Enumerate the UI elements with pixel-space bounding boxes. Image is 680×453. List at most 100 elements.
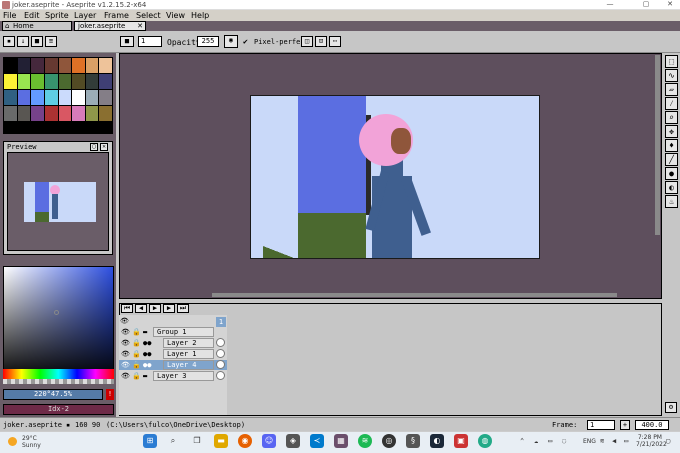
lasso-icon[interactable]: ∿ bbox=[665, 69, 678, 82]
brush-size-field[interactable]: 1 bbox=[138, 36, 162, 47]
color-picker[interactable] bbox=[3, 266, 114, 381]
symmetry-icon[interactable]: ◫ bbox=[301, 36, 313, 47]
app-icon-3d[interactable]: ◈ bbox=[286, 434, 300, 448]
alpha-slider[interactable] bbox=[3, 379, 114, 384]
tray-chevron-icon[interactable]: ⌃ bbox=[520, 437, 524, 445]
lock-icon[interactable]: 🔒 bbox=[132, 371, 141, 381]
line-icon[interactable]: ╱ bbox=[665, 153, 678, 166]
palette-swatch[interactable] bbox=[72, 74, 85, 89]
ellipse-icon[interactable]: ● bbox=[665, 167, 678, 180]
palette-swatch[interactable] bbox=[99, 106, 112, 121]
opacity-field[interactable]: 255 bbox=[197, 36, 219, 47]
eraser-icon[interactable]: ▱ bbox=[665, 83, 678, 96]
blur-icon[interactable]: ♨ bbox=[665, 195, 678, 208]
palette-swatch[interactable] bbox=[31, 106, 44, 121]
foreground-color[interactable]: 220°47.5% bbox=[3, 389, 103, 400]
notification-icon[interactable]: ▢ bbox=[666, 437, 670, 445]
spotify-icon[interactable]: ≋ bbox=[358, 434, 372, 448]
next-frame-icon[interactable]: ▶ bbox=[163, 304, 175, 313]
lock-icon[interactable]: 🔒 bbox=[132, 338, 141, 348]
palette-swatch[interactable] bbox=[44, 58, 58, 73]
start-icon[interactable]: ⊞ bbox=[143, 434, 157, 448]
horizontal-scrollbar[interactable] bbox=[212, 293, 617, 297]
eye-icon[interactable]: 👁 bbox=[121, 349, 130, 359]
palette-swatch[interactable] bbox=[31, 90, 44, 105]
menu-frame[interactable]: Frame bbox=[104, 11, 129, 20]
aseprite-icon[interactable]: ▦ bbox=[334, 434, 348, 448]
app-icon-red[interactable]: ▣ bbox=[454, 434, 468, 448]
preview-close-icon[interactable]: ✕ bbox=[100, 143, 108, 151]
move-icon[interactable]: ✥ bbox=[665, 125, 678, 138]
visibility-header-icon[interactable]: 👁 bbox=[120, 317, 129, 325]
timeline-config-icon[interactable]: ⚙ bbox=[665, 402, 677, 413]
cel-icon[interactable] bbox=[216, 338, 225, 347]
frame-number[interactable]: 1 bbox=[216, 317, 226, 327]
palette-swatch[interactable] bbox=[99, 90, 112, 105]
more-icon[interactable]: ⋯ bbox=[329, 36, 341, 47]
brush-type-icon[interactable]: ■ bbox=[120, 36, 134, 47]
cel-icon[interactable] bbox=[216, 349, 225, 358]
chrome-icon[interactable]: ◍ bbox=[478, 434, 492, 448]
tray-icon-b[interactable]: ◌ bbox=[562, 437, 566, 445]
discord-icon[interactable]: ☺ bbox=[262, 434, 276, 448]
palette-swatch[interactable] bbox=[44, 106, 58, 121]
explorer-icon[interactable]: ▬ bbox=[214, 434, 228, 448]
palette-swatch[interactable] bbox=[17, 90, 31, 105]
eye-icon[interactable]: 👁 bbox=[121, 371, 130, 381]
eye-icon[interactable]: 👁 bbox=[121, 327, 130, 337]
tab-joker[interactable]: joker.aseprite ✕ bbox=[74, 21, 146, 31]
palette-swatch[interactable] bbox=[44, 90, 58, 105]
palette-swatch[interactable] bbox=[17, 74, 31, 89]
app-icon-s[interactable]: § bbox=[406, 434, 420, 448]
background-layer-icon[interactable]: ▬ bbox=[143, 371, 147, 381]
pixel-perfect-check-icon[interactable]: ✔ bbox=[243, 37, 248, 46]
palette-swatch[interactable] bbox=[31, 74, 44, 89]
obs-icon[interactable]: ◎ bbox=[382, 434, 396, 448]
minimize-button[interactable]: — bbox=[600, 0, 620, 10]
palette-swatch[interactable] bbox=[44, 74, 58, 89]
play-icon[interactable]: ▶ bbox=[149, 304, 161, 313]
arrow-down-icon[interactable]: ↓ bbox=[17, 36, 29, 47]
lock-icon[interactable]: ▪ bbox=[3, 36, 15, 47]
layer-row-group1[interactable]: 👁 🔒 ▬ Group 1 bbox=[119, 327, 227, 337]
palette-swatch[interactable] bbox=[85, 58, 99, 73]
lock-icon[interactable]: 🔒 bbox=[132, 327, 141, 337]
palette-swatch[interactable] bbox=[17, 58, 31, 73]
cel-icon[interactable] bbox=[216, 371, 225, 380]
last-frame-icon[interactable]: ⏭ bbox=[177, 304, 189, 313]
preview-maximize-icon[interactable]: ▢ bbox=[90, 143, 98, 151]
eyedropper-icon[interactable]: ⁄ bbox=[665, 97, 678, 110]
layer-row-layer4[interactable]: 👁 🔒 ●● Layer 4 bbox=[119, 360, 227, 370]
zoom-field[interactable]: 400.0 bbox=[635, 420, 669, 430]
contour-icon[interactable]: ◐ bbox=[665, 181, 678, 194]
volume-icon[interactable]: ◀ bbox=[612, 437, 616, 445]
menu-layer[interactable]: Layer bbox=[74, 11, 96, 20]
palette-swatch[interactable] bbox=[58, 106, 72, 121]
steam-icon[interactable]: ◐ bbox=[430, 434, 444, 448]
palette-swatch[interactable] bbox=[99, 58, 112, 73]
palette-swatch[interactable] bbox=[31, 58, 44, 73]
tab-home[interactable]: ⌂ Home bbox=[2, 21, 72, 31]
menu-help[interactable]: Help bbox=[191, 11, 209, 20]
lock-icon[interactable]: 🔒 bbox=[132, 349, 141, 359]
palette-swatch[interactable] bbox=[85, 74, 99, 89]
warning-icon[interactable]: ! bbox=[106, 389, 114, 400]
color-cursor[interactable] bbox=[54, 310, 59, 315]
add-frame-icon[interactable]: + bbox=[620, 420, 630, 430]
prev-frame-icon[interactable]: ◀ bbox=[135, 304, 147, 313]
first-frame-icon[interactable]: ⏮ bbox=[121, 304, 133, 313]
palette-swatch[interactable] bbox=[72, 58, 85, 73]
palette-swatch[interactable] bbox=[85, 90, 99, 105]
frame-field[interactable]: 1 bbox=[587, 420, 615, 430]
search-icon[interactable]: ⌕ bbox=[166, 434, 180, 448]
palette-swatch[interactable] bbox=[4, 90, 17, 105]
zoom-icon[interactable]: ⌕ bbox=[665, 111, 678, 124]
firefox-icon[interactable]: ◉ bbox=[238, 434, 252, 448]
continuous-icon[interactable]: ●● bbox=[143, 349, 151, 359]
clock[interactable]: 7:28 PM 7/21/2022 bbox=[636, 434, 667, 448]
continuous-icon[interactable]: ●● bbox=[143, 338, 151, 348]
maximize-button[interactable]: ▢ bbox=[636, 0, 656, 10]
dynamics-icon[interactable]: ⊡ bbox=[315, 36, 327, 47]
wifi-icon[interactable]: ≋ bbox=[600, 437, 604, 445]
task-view-icon[interactable]: ❐ bbox=[190, 434, 204, 448]
